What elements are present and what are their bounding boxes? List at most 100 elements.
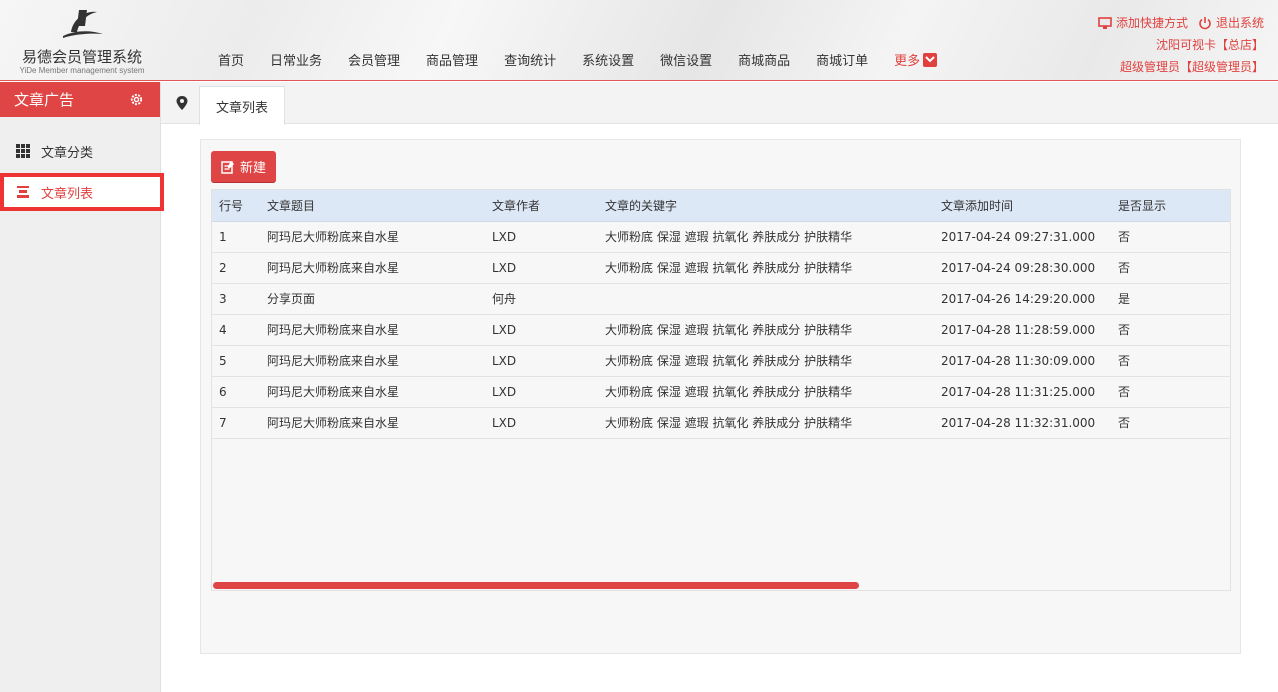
article-table: 行号 文章题目 文章作者 文章的关键字 文章添加时间 是否显示 1 阿玛尼大师粉… [211, 189, 1231, 591]
app-logo[interactable]: 易德会员管理系统 YiDe Member management system [8, 4, 156, 76]
cell-keywords: 大师粉底 保湿 遮瑕 抗氧化 养肤成分 护肤精华 [598, 407, 934, 439]
add-shortcut-link[interactable]: 添加快捷方式 [1116, 12, 1188, 34]
cell-title: 阿玛尼大师粉底来自水星 [260, 345, 485, 377]
sidebar-item-article-category[interactable]: 文章分类 [0, 133, 160, 169]
cell-author: LXD [485, 252, 598, 284]
cell-keywords: 大师粉底 保湿 遮瑕 抗氧化 养肤成分 护肤精华 [598, 221, 934, 253]
cell-time: 2017-04-28 11:28:59.000 [934, 314, 1111, 346]
status-dot-icon [1230, 328, 1231, 334]
cell-keywords: 大师粉底 保湿 遮瑕 抗氧化 养肤成分 护肤精华 [598, 314, 934, 346]
cell-title: 阿玛尼大师粉底来自水星 [260, 376, 485, 408]
column-header[interactable]: 文章作者 [485, 190, 598, 222]
sidebar: 文章广告 文章分类 文章列表 [0, 82, 164, 692]
user-area: 添加快捷方式 退出系统 沈阳可视卡【总店】 超级管理员【超级管理员】 [1098, 12, 1264, 78]
app-name: 易德会员管理系统 [21, 48, 142, 66]
new-button-label: 新建 [239, 161, 266, 176]
status-dot-icon [1230, 390, 1231, 396]
cell-visible: 否 [1111, 314, 1223, 346]
nav-item-stats[interactable]: 查询统计 [504, 50, 556, 69]
location-pin-icon [176, 96, 188, 110]
column-header[interactable]: 是否显示 [1111, 190, 1223, 222]
column-header[interactable]: 文章的关键字 [598, 190, 934, 222]
table-row[interactable]: 4 阿玛尼大师粉底来自水星 LXD 大师粉底 保湿 遮瑕 抗氧化 养肤成分 护肤… [212, 314, 1231, 346]
top-header: 易德会员管理系统 YiDe Member management system 首… [0, 0, 1278, 81]
grid-icon [16, 144, 30, 158]
store-label: 沈阳可视卡【总店】 [1155, 38, 1264, 52]
sidebar-item-label: 文章列表 [41, 186, 94, 202]
edit-doc-icon [221, 160, 234, 174]
cell-overflow [1223, 252, 1230, 284]
app-name-en: YiDe Member management system [19, 66, 145, 75]
cell-visible: 否 [1111, 345, 1223, 377]
table-row[interactable]: 3 分享页面 何舟 2017-04-26 14:29:20.000 是 [212, 283, 1230, 315]
sidebar-header: 文章广告 [0, 82, 160, 117]
sidebar-item-article-list[interactable]: 文章列表 [0, 173, 164, 211]
cell-title: 阿玛尼大师粉底来自水星 [260, 407, 485, 439]
nav-more[interactable]: 更多 [894, 50, 938, 69]
user-label: 超级管理员【超级管理员】 [1119, 60, 1264, 74]
column-header-overflow [1223, 190, 1230, 222]
cell-index: 2 [212, 252, 260, 284]
nav-item-mall-orders[interactable]: 商城订单 [816, 50, 868, 69]
table-header-row: 行号 文章题目 文章作者 文章的关键字 文章添加时间 是否显示 [212, 190, 1230, 222]
horizontal-scrollbar[interactable] [213, 582, 859, 589]
cell-visible: 是 [1111, 283, 1223, 315]
cell-index: 6 [212, 376, 260, 408]
nav-item-products[interactable]: 商品管理 [426, 50, 478, 69]
nav-item-wechat[interactable]: 微信设置 [660, 50, 712, 69]
column-header[interactable]: 行号 [212, 190, 260, 222]
cell-overflow [1223, 376, 1231, 408]
cell-overflow [1223, 221, 1231, 253]
table-row[interactable]: 5 阿玛尼大师粉底来自水星 LXD 大师粉底 保湿 遮瑕 抗氧化 养肤成分 护肤… [212, 345, 1230, 377]
cell-title: 分享页面 [260, 283, 485, 315]
cell-keywords: 大师粉底 保湿 遮瑕 抗氧化 养肤成分 护肤精华 [598, 345, 934, 377]
cell-title: 阿玛尼大师粉底来自水星 [260, 252, 485, 284]
cell-visible: 否 [1111, 376, 1223, 408]
sidebar-item-label: 文章分类 [41, 145, 94, 161]
table-row[interactable]: 6 阿玛尼大师粉底来自水星 LXD 大师粉底 保湿 遮瑕 抗氧化 养肤成分 护肤… [212, 376, 1231, 408]
cell-author: LXD [485, 376, 598, 408]
nav-item-settings[interactable]: 系统设置 [582, 50, 634, 69]
nav-item-daily[interactable]: 日常业务 [270, 50, 322, 69]
logout-link[interactable]: 退出系统 [1216, 12, 1264, 34]
column-header[interactable]: 文章题目 [260, 190, 485, 222]
nav-item-home[interactable]: 首页 [218, 50, 244, 69]
cell-time: 2017-04-26 14:29:20.000 [934, 283, 1111, 315]
table-row[interactable]: 1 阿玛尼大师粉底来自水星 LXD 大师粉底 保湿 遮瑕 抗氧化 养肤成分 护肤… [212, 221, 1231, 253]
nav-more-label: 更多 [894, 54, 921, 69]
table-row[interactable]: 2 阿玛尼大师粉底来自水星 LXD 大师粉底 保湿 遮瑕 抗氧化 养肤成分 护肤… [212, 252, 1230, 284]
cell-visible: 否 [1111, 252, 1223, 284]
cell-index: 4 [212, 314, 260, 346]
cell-overflow [1223, 345, 1230, 377]
nav-item-members[interactable]: 会员管理 [348, 50, 400, 69]
logo-icon [63, 10, 103, 38]
column-header[interactable]: 文章添加时间 [934, 190, 1111, 222]
monitor-icon [1098, 16, 1112, 29]
cell-author: 何舟 [485, 283, 598, 315]
cell-keywords: 大师粉底 保湿 遮瑕 抗氧化 养肤成分 护肤精华 [598, 376, 934, 408]
cell-visible: 否 [1111, 407, 1223, 439]
power-icon [1199, 17, 1211, 30]
chevron-down-icon [923, 52, 938, 67]
table-row[interactable]: 7 阿玛尼大师粉底来自水星 LXD 大师粉底 保湿 遮瑕 抗氧化 养肤成分 护肤… [212, 407, 1230, 439]
cell-author: LXD [485, 221, 598, 253]
sidebar-title: 文章广告 [14, 91, 75, 109]
content-panel: 新建 行号 文章题目 文章作者 文章的关键字 文章添加时间 是否显示 1 阿玛尼… [200, 139, 1241, 654]
cell-overflow [1223, 314, 1231, 346]
cell-overflow [1223, 407, 1230, 439]
main-nav: 首页 日常业务 会员管理 商品管理 查询统计 系统设置 微信设置 商城商品 商城… [218, 50, 963, 69]
gear-icon[interactable] [129, 92, 144, 107]
cell-index: 3 [212, 283, 260, 315]
cell-keywords: 大师粉底 保湿 遮瑕 抗氧化 养肤成分 护肤精华 [598, 252, 934, 284]
cell-time: 2017-04-24 09:28:30.000 [934, 252, 1111, 284]
cell-time: 2017-04-28 11:31:25.000 [934, 376, 1111, 408]
status-dot-icon [1230, 235, 1231, 241]
cell-index: 7 [212, 407, 260, 439]
tab-article-list[interactable]: 文章列表 [199, 86, 285, 125]
nav-item-mall-products[interactable]: 商城商品 [738, 50, 790, 69]
cell-author: LXD [485, 314, 598, 346]
new-button[interactable]: 新建 [211, 151, 276, 182]
cell-time: 2017-04-28 11:30:09.000 [934, 345, 1111, 377]
cell-overflow [1223, 283, 1230, 315]
cell-index: 5 [212, 345, 260, 377]
